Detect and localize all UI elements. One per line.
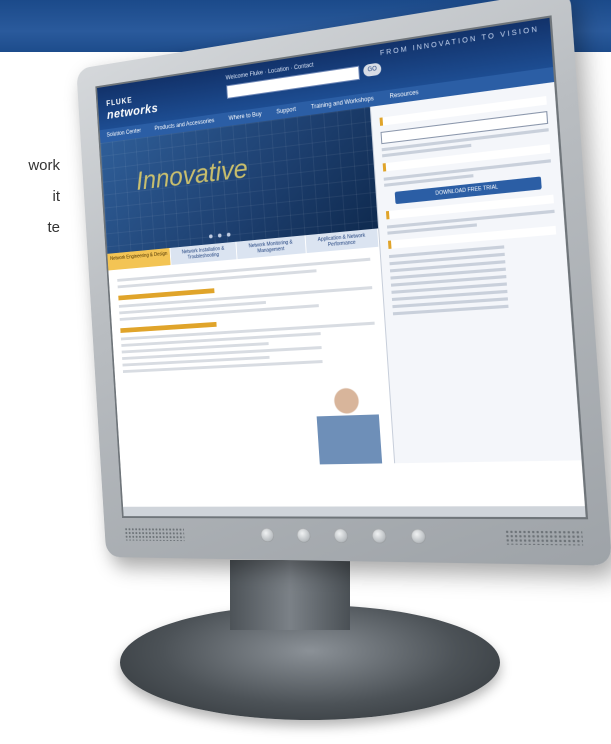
site-body: Innovative Network Engineering & Design … <box>100 82 581 468</box>
site-sidebar: DOWNLOAD FREE TRIAL <box>370 82 582 463</box>
site-tagline: FROM INNOVATION TO VISION <box>380 26 540 57</box>
site-logo[interactable]: FLUKE networks <box>106 92 158 122</box>
browser-status-bar <box>123 506 586 517</box>
monitor-button[interactable] <box>372 529 387 543</box>
nav-item[interactable]: Support <box>269 106 304 117</box>
site-main-content <box>108 247 394 468</box>
monitor-button[interactable] <box>297 528 311 542</box>
monitor-neck <box>230 560 350 630</box>
monitor-screen: FLUKE networks Welcome Fluke · Location … <box>95 15 588 519</box>
site-main: Innovative Network Engineering & Design … <box>100 107 394 468</box>
monitor-buttons <box>260 528 426 548</box>
person-photo <box>314 382 382 465</box>
speaker-grille <box>505 530 583 546</box>
monitor: FLUKE networks Welcome Fluke · Location … <box>0 0 611 744</box>
monitor-button[interactable] <box>260 528 274 542</box>
site-go-button[interactable]: GO <box>363 62 382 77</box>
speaker-grille <box>124 527 184 541</box>
monitor-button[interactable] <box>411 529 426 544</box>
monitor-button[interactable] <box>334 529 348 543</box>
monitor-bezel: FLUKE networks Welcome Fluke · Location … <box>76 0 611 566</box>
